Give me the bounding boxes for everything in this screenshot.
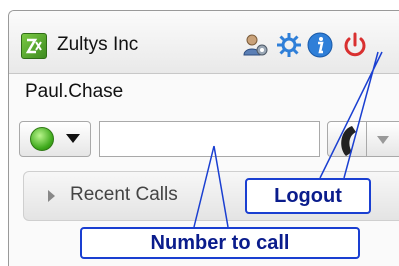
number-to-call-callout: Number to call [80, 227, 360, 259]
callout-lines [193, 51, 383, 228]
logout-callout: Logout [245, 178, 371, 214]
